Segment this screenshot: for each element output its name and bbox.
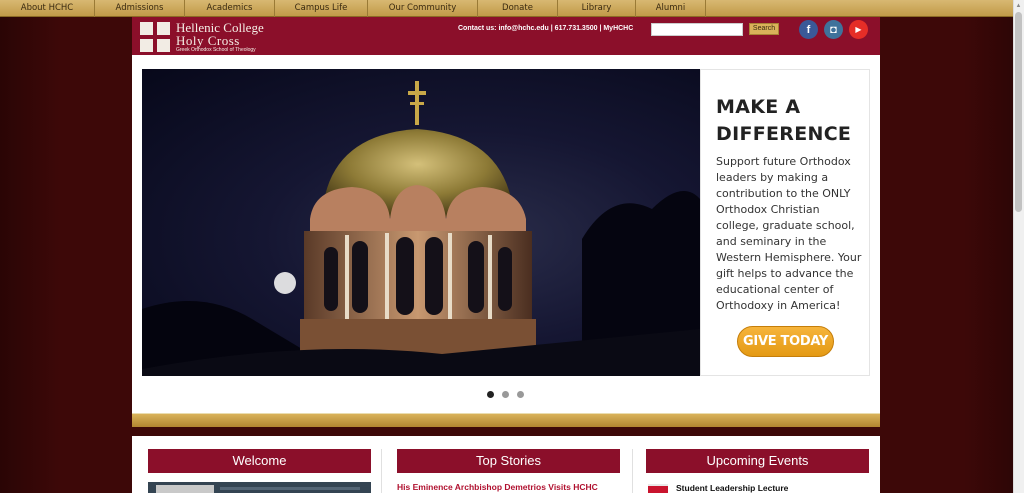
nav-item-campus-life[interactable]: Campus Life <box>275 0 368 17</box>
instagram-icon[interactable]: ◘ <box>824 20 843 39</box>
contact-info[interactable]: Contact us: info@hchc.edu | 617.731.3500… <box>458 25 633 32</box>
column-divider <box>632 449 633 493</box>
welcome-text-preview <box>220 487 360 490</box>
lower-sections: Welcome Top Stories Upcoming Events His … <box>132 436 880 493</box>
slide-dot-3[interactable] <box>517 391 524 398</box>
welcome-heading: Welcome <box>148 449 371 473</box>
main-content: MAKE A DIFFERENCE Support future Orthodo… <box>132 55 880 415</box>
youtube-glyph: ▶ <box>855 25 862 34</box>
youtube-icon[interactable]: ▶ <box>849 20 868 39</box>
hero-panel: MAKE A DIFFERENCE Support future Orthodo… <box>700 69 870 376</box>
hero-body: Support future Orthodox leaders by makin… <box>716 155 862 312</box>
logo-line-1: Hellenic College <box>176 19 264 35</box>
site-logo[interactable]: Hellenic College Holy Cross Greek Orthod… <box>140 21 264 53</box>
welcome-image[interactable] <box>148 482 371 493</box>
top-stories-heading: Top Stories <box>397 449 620 473</box>
top-story-link[interactable]: His Eminence Archbishop Demetrios Visits… <box>397 482 598 492</box>
logo-line-3: Greek Orthodox School of Theology <box>176 46 256 53</box>
nav-item-library[interactable]: Library <box>558 0 636 17</box>
logo-text: Hellenic College Holy Cross Greek Orthod… <box>176 19 264 53</box>
calendar-icon <box>648 484 668 493</box>
site-header: Hellenic College Holy Cross Greek Orthod… <box>132 17 880 55</box>
moon-shape <box>274 272 296 294</box>
welcome-photo <box>156 485 214 493</box>
scroll-up-icon[interactable]: ▲ <box>1015 2 1022 10</box>
slide-dot-1[interactable] <box>487 391 494 398</box>
hero-title: MAKE A DIFFERENCE <box>716 96 852 145</box>
nav-item-academics[interactable]: Academics <box>185 0 275 17</box>
nav-item-about[interactable]: About HCHC <box>0 0 95 17</box>
logo-cross-icon <box>140 22 170 52</box>
search-input[interactable] <box>651 23 743 36</box>
nav-item-alumni[interactable]: Alumni <box>636 0 706 17</box>
top-nav: About HCHC Admissions Academics Campus L… <box>0 0 1013 17</box>
nav-item-admissions[interactable]: Admissions <box>95 0 185 17</box>
church-dome-illustration <box>142 81 700 376</box>
event-title[interactable]: Student Leadership Lecture <box>676 483 788 493</box>
give-today-button[interactable]: GIVE TODAY <box>737 326 834 357</box>
nav-item-our-community[interactable]: Our Community <box>368 0 478 17</box>
column-divider <box>381 449 382 493</box>
upcoming-events-heading: Upcoming Events <box>646 449 869 473</box>
gold-divider <box>132 413 880 427</box>
slide-dot-2[interactable] <box>502 391 509 398</box>
search-button[interactable]: Search <box>749 23 779 35</box>
instagram-glyph: ◘ <box>830 23 837 36</box>
page-scrollbar[interactable]: ▲ <box>1013 0 1024 493</box>
logo-line-2: Holy Cross <box>176 32 240 48</box>
scrollbar-thumb[interactable] <box>1015 12 1022 212</box>
nav-item-donate[interactable]: Donate <box>478 0 558 17</box>
facebook-icon[interactable]: f <box>799 20 818 39</box>
hero-image[interactable] <box>142 69 700 376</box>
facebook-glyph: f <box>806 23 811 36</box>
